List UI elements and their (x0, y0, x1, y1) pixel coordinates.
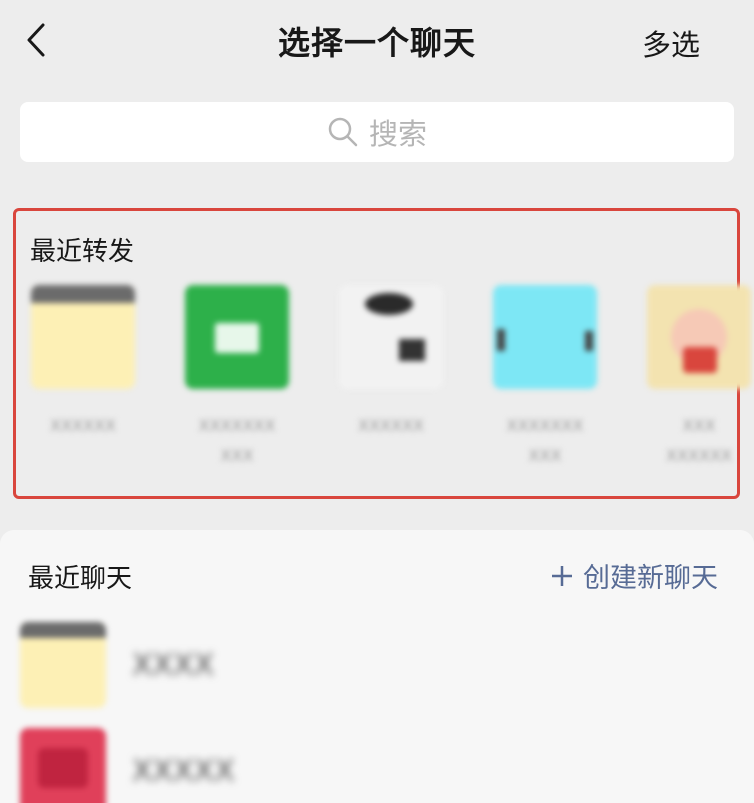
avatar (31, 285, 135, 389)
chat-name: XXXX (132, 647, 215, 683)
page-title: 选择一个聊天 (277, 24, 476, 62)
recent-forward-item[interactable]: XXX XXXXXX (634, 285, 754, 471)
folder-icon (215, 323, 259, 353)
search-input[interactable]: 搜索 (20, 102, 734, 162)
multi-select-button[interactable]: 多选 (642, 22, 700, 64)
avatar (20, 622, 106, 708)
recent-forward-item[interactable]: XXXXXX (326, 285, 456, 441)
recent-chats-label: 最近聊天 (28, 564, 133, 594)
recent-forward-list: XXXXXX XXXXXXX XXX XXXXXX XXXXXXX XXX XX… (16, 285, 751, 485)
contact-name: XXX XXXXXX (666, 416, 732, 465)
recent-forward-item[interactable]: XXXXXX (18, 285, 148, 441)
search-icon (328, 117, 358, 147)
avatar (493, 285, 597, 389)
avatar (20, 728, 106, 803)
recent-forward-section: 最近转发 XXXXXX XXXXXXX XXX XXXXXX XXXXXXX X… (13, 208, 751, 499)
avatar (647, 285, 751, 389)
avatar (185, 285, 289, 389)
avatar (339, 285, 443, 389)
contact-name: XXXXXX (358, 416, 424, 435)
plus-icon (552, 565, 572, 586)
chat-name: XXXXX (132, 753, 235, 789)
chat-list-item[interactable]: XXXX (20, 620, 720, 710)
contact-name: XXXXXXX XXX (506, 416, 584, 465)
search-placeholder: 搜索 (368, 117, 427, 151)
nav-bar: 选择一个聊天 多选 (0, 0, 754, 80)
recent-forward-label: 最近转发 (30, 237, 135, 267)
contact-name: XXXXXX (50, 416, 116, 435)
chat-list-item[interactable]: XXXXX (20, 726, 720, 803)
recent-forward-item[interactable]: XXXXXXX XXX (172, 285, 302, 471)
contact-name: XXXXXXX XXX (198, 416, 276, 465)
create-new-chat-button[interactable]: 创建新聊天 (551, 556, 718, 595)
recent-forward-item[interactable]: XXXXXXX XXX (480, 285, 610, 471)
create-new-chat-label: 创建新聊天 (583, 563, 718, 594)
recent-chats-section: 最近聊天 创建新聊天 XXXX XXXXX (0, 530, 754, 803)
